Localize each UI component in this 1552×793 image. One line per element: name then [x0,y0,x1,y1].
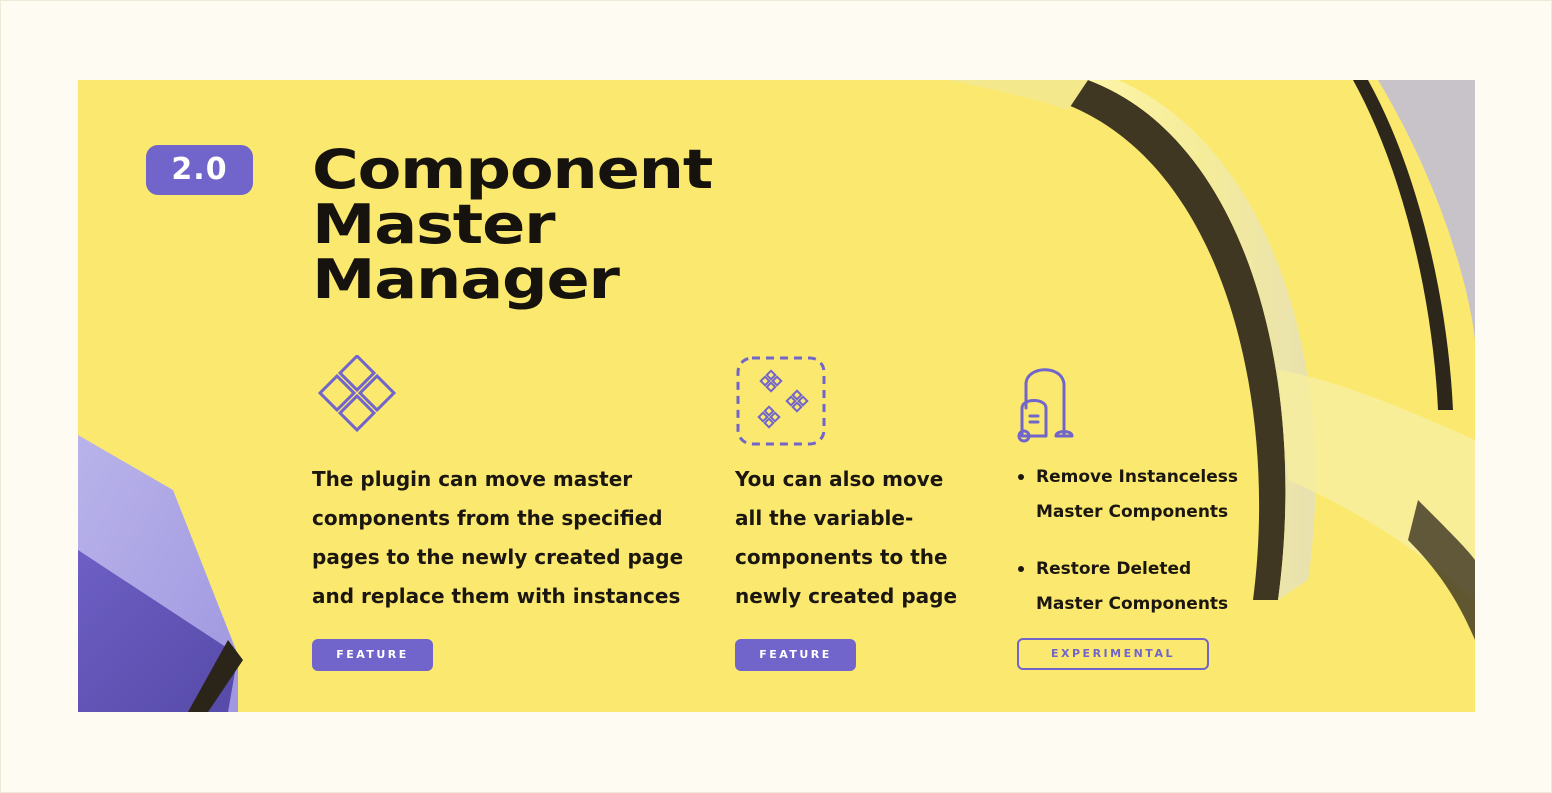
diamond-grid-icon [317,355,397,433]
list-item: Remove Instanceless Master Components [1018,460,1238,530]
feature-bullets: Remove Instanceless Master Components Re… [1018,460,1238,622]
dashed-frame-components-icon [736,356,826,446]
experimental-tag: EXPERIMENTAL [1017,638,1209,670]
gem-shape [78,435,243,712]
feature-tag: FEATURE [735,639,856,671]
page-title: Component Master Manager [312,138,713,311]
version-badge: 2.0 [146,145,253,195]
title-line: Component [312,138,713,201]
bullet-dot [1018,474,1024,480]
list-item: Restore Deleted Master Components [1018,552,1238,622]
feature-description: You can also move all the variable- comp… [735,467,958,608]
vacuum-cleaner-icon [1017,368,1074,443]
feature-tag: FEATURE [312,639,433,671]
feature-description: The plugin can move master components fr… [312,467,684,608]
promo-banner: 2.0 Component Master Manager The plugin … [78,80,1475,712]
title-line: Master [312,193,556,256]
bullet-dot [1018,566,1024,572]
title-line: Manager [312,248,620,311]
